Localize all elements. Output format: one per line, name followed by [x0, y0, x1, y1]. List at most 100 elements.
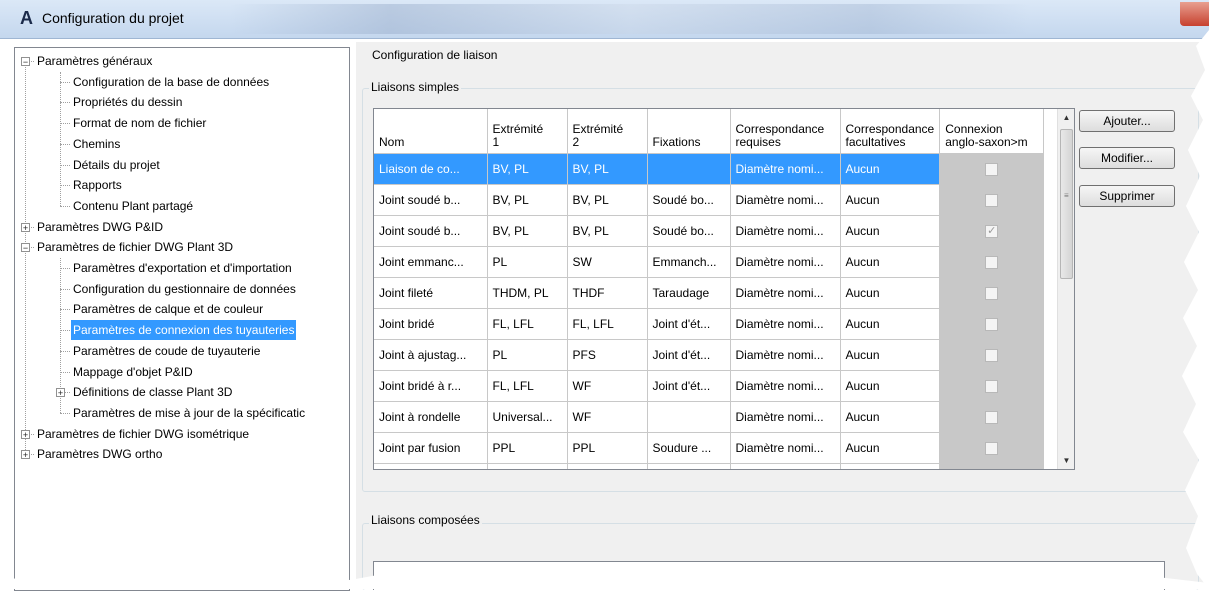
table-cell[interactable]: PL — [487, 339, 568, 371]
table-cell[interactable]: Taraudage — [647, 277, 731, 309]
table-cell[interactable]: Universal... — [487, 401, 568, 433]
table-cell[interactable]: Aucun — [840, 277, 941, 309]
table-cell[interactable]: Joint d'ét... — [647, 308, 731, 340]
scroll-thumb[interactable]: ≡ — [1060, 129, 1073, 279]
table-cell[interactable]: Diamètre nomi... — [730, 308, 841, 340]
table-cell[interactable]: Joint fileté — [374, 277, 488, 309]
composite-joints-grid[interactable] — [373, 561, 1165, 590]
tree-item[interactable]: Paramètres DWG ortho — [35, 444, 164, 464]
add-button[interactable]: Ajouter... — [1079, 110, 1175, 132]
settings-tree[interactable]: Paramètres généraux − Configuration de la … — [14, 47, 350, 591]
table-cell[interactable]: BV, PL — [567, 215, 648, 247]
tree-item[interactable]: Paramètres de fichier DWG Plant 3D — [35, 237, 235, 257]
table-cell[interactable]: BV, PL — [487, 215, 568, 247]
table-cell[interactable]: Aucun — [840, 401, 941, 433]
table-cell[interactable]: Joint à ajustag... — [374, 339, 488, 371]
unchecked-checkbox[interactable] — [985, 411, 999, 425]
table-cell[interactable]: Aucun — [840, 246, 941, 278]
modify-button[interactable]: Modifier... — [1079, 147, 1175, 169]
table-row[interactable]: Joint bridé à r... FL, LFL WF Joint d'ét...… — [374, 370, 1045, 402]
tree-item[interactable]: Format de nom de fichier — [71, 113, 208, 133]
table-cell[interactable]: Aucun — [840, 370, 941, 402]
table-cell[interactable]: Liaison de co... — [374, 153, 488, 185]
table-row[interactable]: Joint fileté THDM, PL THDF Taraudage Diamètr… — [374, 277, 1045, 309]
table-cell[interactable]: BV, PL — [487, 184, 568, 216]
table-cell[interactable]: Joint bridé à r... — [374, 370, 488, 402]
table-cell[interactable]: Diamètre nomi... — [730, 401, 841, 433]
table-row[interactable]: Joint soudé b... BV, PL BV, PL Soudé bo... D… — [374, 184, 1045, 216]
table-cell[interactable]: Joint collé — [374, 463, 488, 469]
table-cell[interactable]: Soudure ... — [647, 432, 731, 464]
tree-item[interactable]: Paramètres de mise à jour de la spécific… — [71, 403, 307, 423]
table-cell[interactable]: Diamètre nomi... — [730, 184, 841, 216]
tree-item[interactable]: Paramètres de fichier DWG isométrique — [35, 424, 251, 444]
table-cell[interactable]: Diamètre nomi... — [730, 153, 841, 185]
table-row[interactable]: Joint emmanc... PL SW Emmanch... Diamètre no… — [374, 246, 1045, 278]
unchecked-checkbox[interactable] — [985, 287, 999, 301]
table-cell[interactable] — [647, 401, 731, 433]
column-header[interactable]: Nom — [374, 109, 488, 154]
table-cell[interactable]: Diamètre nomi... — [730, 432, 841, 464]
table-cell[interactable]: Joint soudé b... — [374, 184, 488, 216]
column-header[interactable]: Extrémité 1 — [487, 109, 568, 154]
table-cell[interactable]: Diamètre nomi... — [730, 370, 841, 402]
table-cell[interactable]: Aucun — [840, 463, 941, 469]
column-header[interactable]: Connexion anglo-saxon>m — [939, 109, 1045, 154]
expand-plus-icon[interactable]: + — [56, 388, 65, 398]
expand-plus-icon[interactable]: + — [21, 450, 30, 460]
table-cell[interactable]: Colle — [647, 463, 731, 469]
table-cell[interactable]: Aucun — [840, 215, 941, 247]
table-cell[interactable]: Diamètre nomi... — [730, 246, 841, 278]
grid-vertical-scrollbar[interactable]: ▲ ≡ ▼ — [1057, 109, 1074, 469]
table-cell[interactable]: Soudé bo... — [647, 184, 731, 216]
column-header[interactable]: Correspondance facultatives — [840, 109, 941, 154]
table-cell[interactable]: THDF — [567, 277, 648, 309]
table-cell[interactable]: Aucun — [840, 432, 941, 464]
collapse-minus-icon[interactable]: − — [21, 243, 30, 253]
table-row[interactable]: Joint par fusion PPL PPL Soudure ... Diamètr… — [374, 432, 1045, 464]
tree-item[interactable]: Définitions de classe Plant 3D — [71, 382, 234, 402]
tree-item[interactable]: Contenu Plant partagé — [71, 196, 195, 216]
table-cell[interactable]: Diamètre nomi... — [730, 215, 841, 247]
table-cell[interactable]: WF — [567, 401, 648, 433]
expand-plus-icon[interactable]: + — [21, 429, 30, 439]
table-cell[interactable]: Joint à rondelle — [374, 401, 488, 433]
tree-item[interactable]: Paramètres DWG P&ID — [35, 217, 165, 237]
table-cell[interactable]: Emmanch... — [647, 246, 731, 278]
table-cell[interactable]: PPL — [567, 432, 648, 464]
tree-item[interactable]: Paramètres d'exportation et d'importatio… — [71, 258, 294, 278]
table-cell[interactable]: PSW — [567, 463, 648, 469]
tree-item[interactable]: Rapports — [71, 175, 124, 195]
table-cell[interactable]: FL, LFL — [487, 308, 568, 340]
table-cell[interactable]: Joint soudé b... — [374, 215, 488, 247]
scroll-down-icon[interactable]: ▼ — [1058, 452, 1074, 469]
collapse-minus-icon[interactable]: − — [21, 57, 30, 67]
column-header[interactable]: Fixations — [647, 109, 731, 154]
tree-item[interactable]: Paramètres de calque et de couleur — [71, 299, 265, 319]
table-cell[interactable]: Joint d'ét... — [647, 339, 731, 371]
tree-item[interactable]: Paramètres de coude de tuyauterie — [71, 341, 262, 361]
simple-joints-grid[interactable]: Nom Extrémité 1 Extrémité 2 Fixations Corres… — [373, 108, 1075, 470]
table-cell[interactable]: Joint bridé — [374, 308, 488, 340]
tree-item[interactable]: Chemins — [71, 134, 122, 154]
tree-item[interactable]: Configuration du gestionnaire de données — [71, 279, 298, 299]
tree-item[interactable]: Paramètres généraux — [35, 51, 154, 71]
table-cell[interactable]: THDM, PL — [487, 277, 568, 309]
delete-button[interactable]: Supprimer — [1079, 185, 1175, 207]
column-header[interactable]: Extrémité 2 — [567, 109, 648, 154]
table-row[interactable]: Joint bridé FL, LFL FL, LFL Joint d'ét... Di… — [374, 308, 1045, 340]
tree-item[interactable]: Détails du projet — [71, 155, 162, 175]
table-cell[interactable]: Aucun — [840, 308, 941, 340]
table-cell[interactable]: Soudé bo... — [647, 215, 731, 247]
unchecked-checkbox[interactable] — [985, 442, 999, 456]
tree-item[interactable]: Paramètres de connexion des tuyauteries — [71, 320, 297, 341]
unchecked-checkbox[interactable] — [985, 318, 999, 332]
table-cell[interactable]: PPL — [487, 432, 568, 464]
table-cell[interactable]: SW — [567, 246, 648, 278]
tree-item[interactable]: Configuration de la base de données — [71, 72, 271, 92]
table-cell[interactable]: PL — [487, 246, 568, 278]
table-cell[interactable]: PFS — [567, 339, 648, 371]
table-cell[interactable]: BV, PL — [487, 153, 568, 185]
scroll-up-icon[interactable]: ▲ — [1058, 109, 1074, 126]
table-row[interactable]: Joint à rondelle Universal... WF Diamètre n… — [374, 401, 1045, 433]
